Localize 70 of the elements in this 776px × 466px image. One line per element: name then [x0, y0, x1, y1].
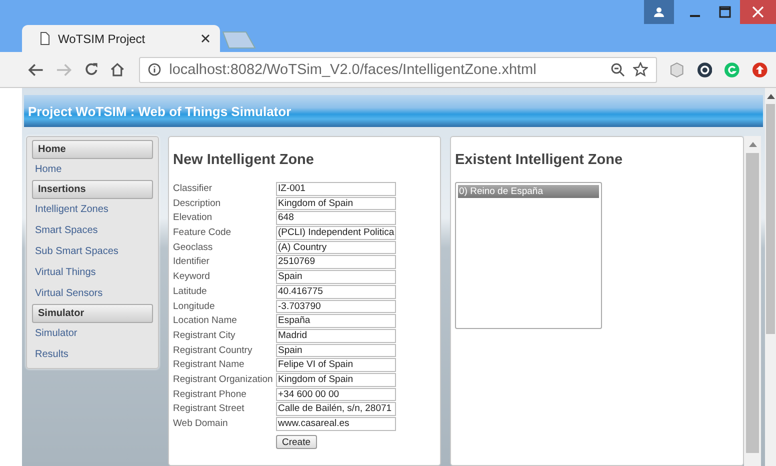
field-label: Registrant Name [173, 358, 246, 372]
sidebar-link[interactable]: Smart Spaces [32, 220, 153, 241]
page-icon [40, 32, 50, 45]
section-heading: Simulator [32, 304, 153, 323]
field-label: Keyword [173, 270, 211, 284]
field-label: Longitude [173, 300, 216, 314]
input-field[interactable]: Calle de Bailén, s/n, 28071 [276, 402, 396, 416]
url-text: localhost:8082/WoTSim_V2.0/faces/IntelligentZone.xhtml [169, 62, 536, 78]
sidebar-link[interactable]: Virtual Sensors [32, 283, 153, 304]
input-field[interactable]: +34 600 00 00 [276, 388, 396, 402]
scroll-up-icon[interactable] [766, 94, 774, 99]
list-title: Existent Intelligent Zone [455, 152, 624, 168]
field-label: Description [173, 196, 222, 210]
field-label: Feature Code [173, 226, 232, 240]
close-icon[interactable] [740, 0, 776, 24]
sidebar-link[interactable]: Results [32, 344, 153, 365]
form-title: New Intelligent Zone [173, 152, 315, 168]
tab-title: WoTSIM Project [58, 32, 146, 46]
sidebar-link[interactable]: Intelligent Zones [32, 199, 153, 220]
window-scrollbar[interactable] [765, 88, 776, 466]
input-field[interactable]: Spain [276, 344, 396, 358]
field-label: Registrant Country [173, 344, 254, 358]
input-field[interactable]: -3.703790 [276, 300, 396, 314]
field-label: Identifier [173, 255, 210, 270]
sidebar-link[interactable]: Virtual Things [32, 262, 153, 283]
create-button[interactable]: Create [276, 435, 317, 450]
section-heading: Insertions [32, 180, 153, 199]
upload-icon[interactable] [752, 62, 768, 78]
site-title: Project WoTSIM : Web of Things Simulator [28, 104, 292, 118]
field-label: Registrant Street [173, 402, 246, 416]
input-field[interactable]: IZ-001 [276, 182, 396, 196]
input-field[interactable]: (PCLI) Independent Politica [276, 226, 396, 240]
scroll-up-icon[interactable] [748, 142, 756, 147]
zoom-out-icon[interactable] [610, 62, 625, 76]
input-field[interactable]: 40.416775 [276, 284, 396, 298]
field-label: Registrant Organization [173, 372, 274, 387]
star-icon[interactable] [632, 62, 648, 77]
field-label: Classifier [173, 182, 214, 196]
input-field[interactable]: Kingdom of Spain [276, 372, 396, 387]
close-tab-icon[interactable] [201, 34, 210, 43]
sidebar-link[interactable]: Sub Smart Spaces [32, 241, 153, 262]
input-field[interactable]: España [276, 314, 396, 328]
info-icon [148, 63, 162, 76]
sidebar-link[interactable]: Simulator [32, 323, 153, 344]
input-field[interactable]: 2510769 [276, 255, 396, 270]
home-icon[interactable] [110, 62, 126, 77]
input-field[interactable]: (A) Country [276, 240, 396, 254]
input-field[interactable]: Madrid [276, 328, 396, 343]
section-heading: Home [32, 140, 153, 159]
field-label: Geoclass [173, 240, 214, 254]
user-icon[interactable] [644, 0, 674, 24]
field-label: Registrant Phone [173, 388, 248, 402]
input-field[interactable]: Felipe VI of Spain [276, 358, 396, 372]
input-field[interactable]: 648 [276, 211, 396, 226]
input-field[interactable]: Spain [276, 270, 396, 284]
input-field[interactable]: www.casareal.es [276, 417, 396, 431]
input-field[interactable]: Kingdom of Spain [276, 196, 396, 210]
scrollbar[interactable] [744, 136, 761, 466]
back-icon[interactable] [28, 62, 44, 76]
sidebar-link[interactable]: Home [32, 159, 153, 180]
field-label: Registrant City [173, 328, 236, 343]
field-label: Web Domain [173, 417, 229, 431]
browser-tab[interactable]: WoTSIM Project [22, 25, 220, 52]
field-label: Elevation [173, 211, 214, 226]
address-bar[interactable]: localhost:8082/WoTSim_V2.0/faces/IntelligentZone.xhtml [139, 56, 657, 82]
cube-icon[interactable] [668, 62, 685, 78]
field-label: Latitude [173, 284, 208, 298]
extension-icon[interactable] [696, 62, 712, 78]
field-label: Location Name [173, 314, 238, 328]
reload-icon[interactable] [84, 62, 98, 77]
